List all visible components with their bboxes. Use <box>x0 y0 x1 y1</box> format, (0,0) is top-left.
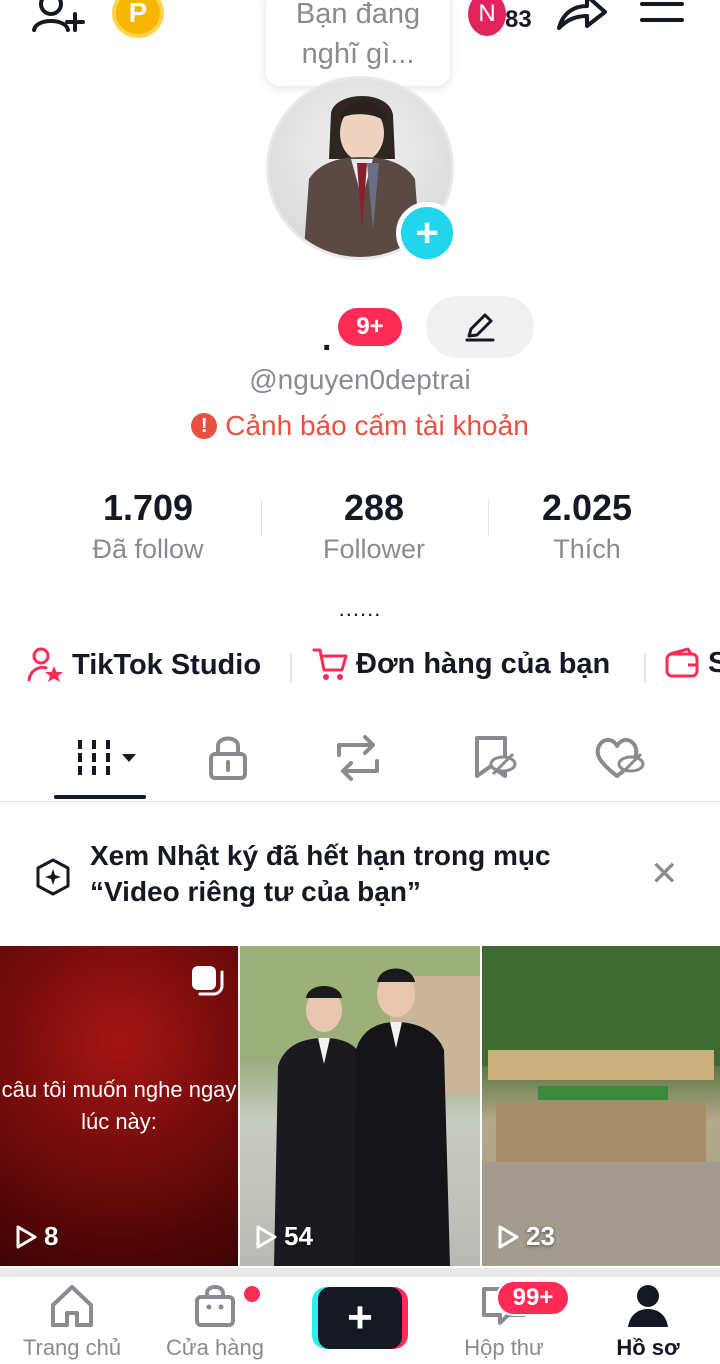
shortcut-divider <box>644 654 646 682</box>
create-button[interactable]: + <box>312 1287 408 1349</box>
ban-warning[interactable]: ! Cảnh báo cấm tài khoản <box>0 410 720 442</box>
likes-count: 2.025 <box>541 487 633 528</box>
plus-icon: + <box>318 1287 402 1349</box>
following-count: 1.709 <box>102 487 194 528</box>
nav-label: Cửa hàng <box>166 1335 264 1360</box>
bookmark-hidden-icon <box>475 736 517 778</box>
view-count-value: 23 <box>526 1221 555 1251</box>
stat-followers[interactable]: 288 Follower <box>259 486 489 566</box>
active-tab-indicator <box>54 795 146 799</box>
content-tabs <box>0 716 720 802</box>
shortcut-tiktok-studio[interactable]: TikTok Studio <box>26 646 261 684</box>
inbox-badge: 99+ <box>496 1280 570 1316</box>
view-count-value: 54 <box>284 1221 313 1251</box>
edit-profile-button[interactable] <box>426 296 534 358</box>
username: @nguyen0deptrai <box>249 364 471 395</box>
stat-following[interactable]: 1.709 Đã follow <box>33 486 263 566</box>
notification-avatar[interactable]: N <box>468 0 506 36</box>
play-icon <box>498 1225 519 1248</box>
shopping-bag-icon <box>195 1285 235 1327</box>
next-row-strip <box>0 1268 720 1276</box>
share-icon[interactable] <box>554 0 610 36</box>
add-friend-icon[interactable] <box>30 0 86 38</box>
followers-count: 288 <box>343 487 405 528</box>
followers-label: Follower <box>322 534 426 564</box>
shop-notification-dot <box>244 1286 260 1302</box>
likes-label: Thích <box>553 534 621 564</box>
coin-letter: P <box>128 0 148 28</box>
menu-icon[interactable] <box>636 0 688 34</box>
home-icon <box>51 1285 93 1327</box>
view-count: 23 <box>496 1221 555 1252</box>
bio-text[interactable]: ...... <box>0 596 720 622</box>
nav-profile[interactable]: Hồ sơ <box>576 1283 720 1364</box>
play-icon <box>256 1225 277 1248</box>
nav-label: Hồ sơ <box>616 1335 680 1360</box>
following-label: Đã follow <box>92 534 204 564</box>
status-bubble-text: Bạn đang nghĩ gì... <box>295 0 421 70</box>
display-name: . <box>322 320 332 358</box>
video-grid: câu tôi muốn nghe ngay lúc này: 8 54 23 <box>0 946 720 1268</box>
bottom-nav: Trang chủ Cửa hàng + Hộp thư Hồ sơ <box>0 1276 720 1364</box>
view-count: 8 <box>14 1221 58 1252</box>
nav-label: Hộp thư <box>464 1335 544 1360</box>
stat-likes[interactable]: 2.025 Thích <box>472 486 702 566</box>
close-icon[interactable]: ✕ <box>650 854 679 894</box>
video-thumbnail[interactable]: 23 <box>482 946 720 1266</box>
grid-icon <box>78 740 136 776</box>
multi-photo-icon <box>190 964 224 1001</box>
notice-line-2: “Video riêng tư của bạn” <box>90 876 421 907</box>
tab-reposts[interactable] <box>318 728 398 788</box>
shortcut-label: Đơn hàng của bạn <box>356 647 611 680</box>
video-photo <box>240 946 480 1266</box>
warning-icon: ! <box>191 413 218 439</box>
play-icon <box>16 1225 37 1248</box>
shortcut-orders[interactable]: Đơn hàng của bạn <box>312 646 610 682</box>
nav-home[interactable]: Trang chủ <box>0 1283 144 1364</box>
sparkle-icon <box>34 858 72 901</box>
shortcut-wallet[interactable]: S <box>664 646 720 680</box>
tab-private[interactable] <box>188 728 268 788</box>
shortcut-divider <box>290 654 292 682</box>
expired-diary-notice[interactable]: Xem Nhật ký đã hết hạn trong mục “Video … <box>0 834 720 918</box>
add-story-button[interactable]: + <box>396 202 458 264</box>
tab-videos[interactable] <box>62 728 142 788</box>
shortcut-label: TikTok Studio <box>72 648 262 681</box>
notice-line-1: Xem Nhật ký đã hết hạn trong mục <box>90 840 551 871</box>
name-badge[interactable]: 9+ <box>338 308 402 346</box>
coins-icon[interactable]: P <box>112 0 164 38</box>
view-count: 54 <box>254 1221 313 1252</box>
tab-favorites[interactable] <box>454 728 534 788</box>
creator-icon <box>27 647 63 682</box>
nav-label: Trang chủ <box>22 1335 122 1360</box>
repost-icon <box>337 735 379 781</box>
video-caption: câu tôi muốn nghe ngay lúc này: <box>1 1077 237 1134</box>
video-thumbnail[interactable]: 54 <box>240 946 480 1266</box>
lock-icon <box>209 736 247 780</box>
wallet-icon <box>665 647 699 678</box>
cart-icon <box>312 648 348 680</box>
video-thumbnail[interactable]: câu tôi muốn nghe ngay lúc này: 8 <box>0 946 238 1266</box>
ban-warning-text: Cảnh báo cấm tài khoản <box>225 410 529 441</box>
profile-icon <box>628 1285 668 1327</box>
view-count-value: 8 <box>44 1221 59 1251</box>
video-photo <box>482 946 720 1266</box>
heart-hidden-icon <box>595 738 645 778</box>
tab-liked[interactable] <box>580 728 660 788</box>
shortcut-row: TikTok Studio Đơn hàng của bạn S <box>0 640 720 694</box>
shortcut-label: S <box>708 646 720 679</box>
pencil-icon <box>465 313 495 342</box>
notification-count: 83 <box>505 6 532 33</box>
status-bubble[interactable]: Bạn đang nghĩ gì... <box>266 0 450 86</box>
notice-text: Xem Nhật ký đã hết hạn trong mục “Video … <box>90 838 551 910</box>
nav-shop[interactable]: Cửa hàng <box>143 1283 287 1364</box>
notification-avatar-letter: N <box>478 0 496 27</box>
